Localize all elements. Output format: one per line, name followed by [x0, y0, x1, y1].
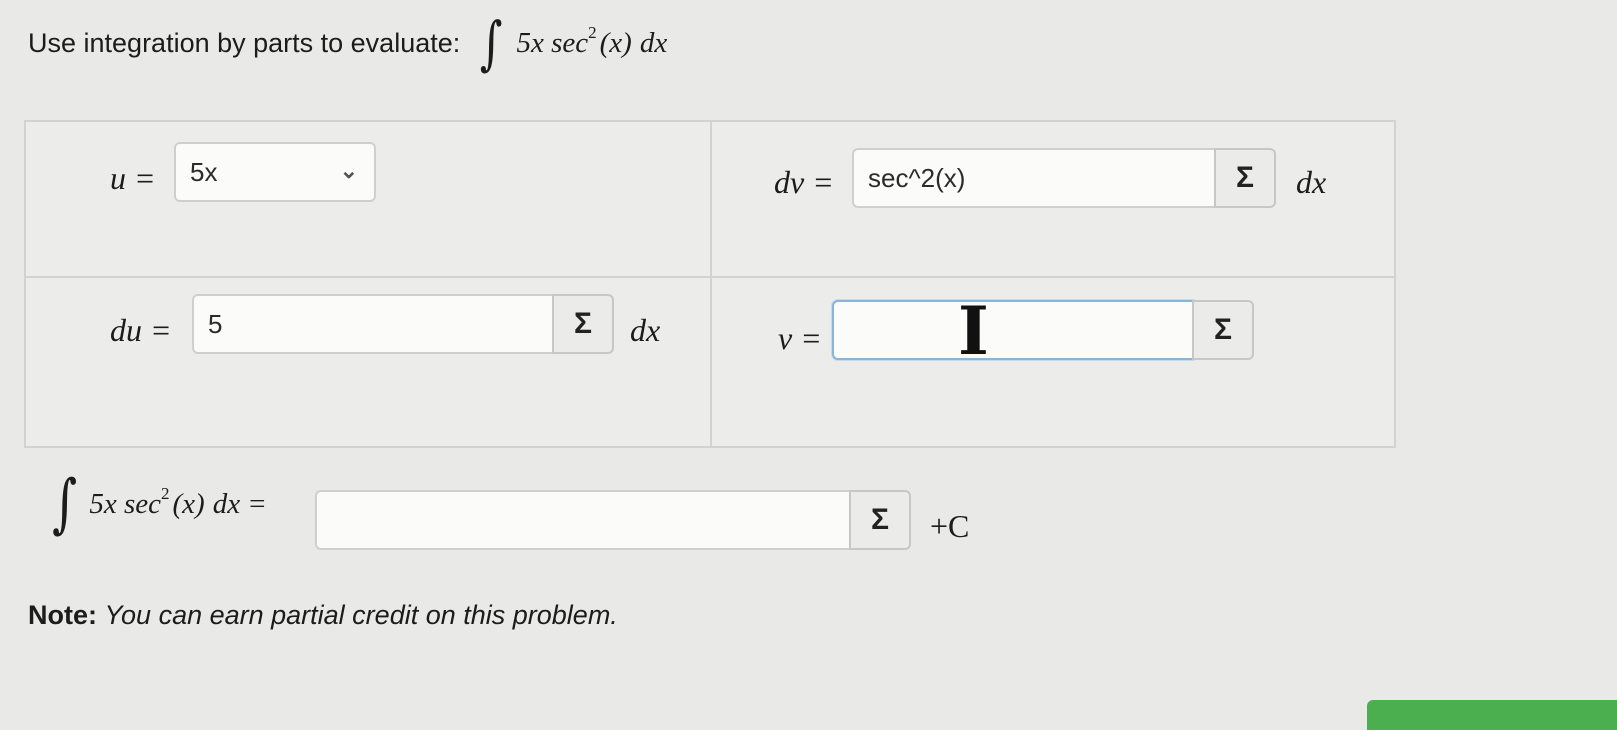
v-equation-editor-button[interactable]: Σ	[1192, 300, 1254, 360]
dv-equation-editor-button[interactable]: Σ	[1214, 148, 1276, 208]
v-label: v =	[778, 320, 822, 356]
du-input-value: 5	[208, 308, 223, 339]
prompt-integrand: 5x sec 2 (x) dx	[516, 23, 668, 60]
du-input[interactable]: 5	[192, 294, 554, 354]
prompt-text: Use integration by parts to evaluate:	[28, 27, 461, 58]
u-label: u =	[110, 160, 156, 196]
integral-symbol: ∫	[52, 467, 78, 541]
note-label: Note:	[28, 600, 97, 630]
grid-divider-horizontal	[26, 276, 1394, 278]
final-integral-expression: ∫ 5x sec 2 (x) dx =	[48, 472, 267, 536]
prompt-integrand-coef: 5x sec	[516, 26, 589, 59]
v-input[interactable]	[832, 300, 1194, 360]
dv-dx-label: dx	[1296, 164, 1327, 200]
prompt-integrand-arg: (x)	[599, 26, 632, 59]
du-equation-editor-button[interactable]: Σ	[552, 294, 614, 354]
partial-credit-note: Note: You can earn partial credit on thi…	[28, 600, 618, 631]
final-integrand-arg: (x)	[172, 487, 205, 520]
prompt-integrand-exponent: 2	[588, 22, 597, 42]
final-integrand: 5x sec 2 (x) dx =	[89, 484, 267, 521]
sigma-icon: Σ	[1213, 313, 1232, 346]
chevron-down-icon: ⌄	[339, 158, 358, 183]
problem-prompt: Use integration by parts to evaluate: ∫ …	[28, 14, 667, 72]
sigma-icon: Σ	[1235, 161, 1254, 194]
du-label: du =	[110, 312, 172, 348]
parts-grid: u = 5x ⌄ dv = sec^2(x) Σ dx du = 5 Σ dx …	[24, 120, 1396, 448]
final-equation-editor-button[interactable]: Σ	[849, 490, 911, 550]
grid-divider-vertical	[710, 122, 712, 446]
dv-label: dv =	[774, 164, 834, 200]
note-text: You can earn partial credit on this prob…	[104, 600, 618, 630]
submit-button[interactable]	[1367, 700, 1617, 730]
dv-input[interactable]: sec^2(x)	[852, 148, 1216, 208]
integral-symbol: ∫	[480, 9, 503, 77]
sigma-icon: Σ	[573, 307, 592, 340]
sigma-icon: Σ	[870, 503, 889, 536]
plus-c-label: +C	[930, 508, 970, 544]
dv-input-value: sec^2(x)	[868, 162, 966, 193]
i-beam-cursor-icon: I	[958, 292, 989, 370]
du-dx-label: dx	[630, 312, 661, 348]
final-integrand-exponent: 2	[161, 483, 170, 503]
u-select-value: 5x	[190, 156, 218, 187]
prompt-integrand-dx: dx	[639, 26, 668, 59]
final-integrand-dx: dx =	[212, 487, 267, 520]
final-integrand-coef: 5x sec	[89, 487, 161, 520]
final-answer-input[interactable]	[315, 490, 851, 550]
u-select[interactable]: 5x ⌄	[174, 142, 376, 202]
